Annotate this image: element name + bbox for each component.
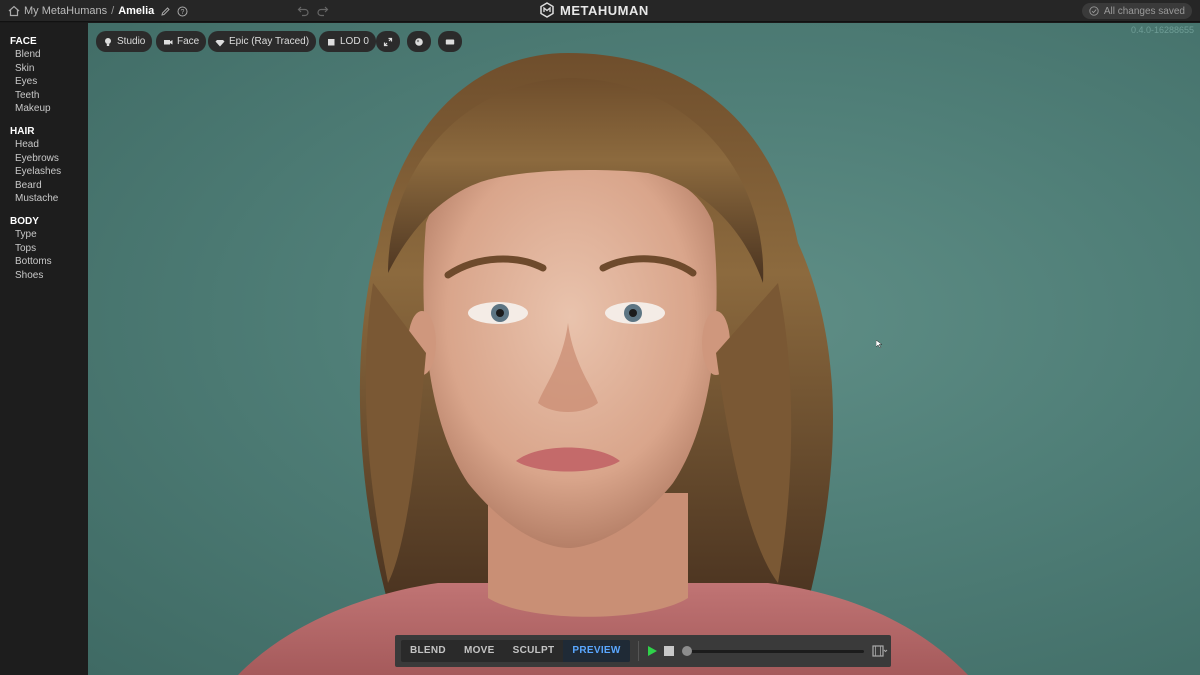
sidebar-item-eyes[interactable]: Eyes — [0, 75, 88, 89]
sidebar-section-body: BODY Type Tops Bottoms Shoes — [0, 215, 88, 282]
breadcrumb-current: Amelia — [118, 5, 155, 17]
sidebar-item-shoes[interactable]: Shoes — [0, 269, 88, 283]
character-render[interactable] — [88, 23, 1200, 675]
brand: METAHUMAN — [539, 2, 649, 18]
toolbar-divider — [637, 641, 639, 661]
section-title: HAIR — [10, 125, 35, 137]
lod-dropdown[interactable]: LOD 0 — [319, 31, 376, 52]
breadcrumb-root[interactable]: My MetaHumans — [24, 5, 107, 17]
camera-icon — [164, 39, 173, 44]
redo-icon[interactable] — [316, 4, 329, 17]
viewport[interactable]: 0.4.0-16288655 Studio Face Epic (Ray Tra… — [88, 23, 1200, 675]
sphere-icon — [415, 37, 423, 46]
mode-toolbar: BLEND MOVE SCULPT PREVIEW — [395, 635, 891, 667]
mode-preview-button[interactable]: PREVIEW — [563, 640, 630, 662]
lighting-label: Studio — [117, 36, 146, 47]
timeline-scrubber[interactable] — [681, 645, 864, 656]
mouse-cursor-icon — [876, 340, 882, 348]
top-bar: My MetaHumans / Amelia ? METAHUMAN All c… — [0, 0, 1200, 22]
gem-icon — [215, 39, 225, 46]
sidebar-section-face: FACE Blend Skin Eyes Teeth Makeup — [0, 35, 88, 116]
cube-icon — [328, 38, 335, 45]
mode-move-button[interactable]: MOVE — [455, 640, 504, 662]
edit-icon[interactable] — [160, 6, 171, 17]
sidebar-item-bottoms[interactable]: Bottoms — [0, 255, 88, 269]
keyboard-button[interactable] — [438, 31, 462, 52]
lighting-dropdown[interactable]: Studio — [96, 31, 153, 52]
sidebar-item-blend[interactable]: Blend — [0, 48, 88, 62]
lod-label: LOD 0 — [340, 36, 369, 47]
bulb-icon — [105, 37, 111, 46]
sidebar-item-tops[interactable]: Tops — [0, 242, 88, 256]
camera-dropdown[interactable]: Face — [156, 31, 207, 52]
sidebar-item-teeth[interactable]: Teeth — [0, 89, 88, 103]
quality-dropdown[interactable]: Epic (Ray Traced) — [208, 31, 317, 52]
sidebar-item-makeup[interactable]: Makeup — [0, 102, 88, 116]
expand-icon — [383, 37, 393, 46]
brand-name: METAHUMAN — [560, 2, 649, 18]
sidebar-item-eyelashes[interactable]: Eyelashes — [0, 165, 88, 179]
mode-blend-button[interactable]: BLEND — [401, 640, 455, 662]
save-status-label: All changes saved — [1103, 5, 1185, 17]
sidebar-item-mustache[interactable]: Mustache — [0, 192, 88, 206]
save-status-badge: All changes saved — [1081, 3, 1192, 19]
sidebar-item-type[interactable]: Type — [0, 228, 88, 242]
sphere-button[interactable] — [407, 31, 431, 52]
mode-switcher: BLEND MOVE SCULPT PREVIEW — [401, 640, 630, 662]
help-icon[interactable]: ? — [177, 6, 188, 17]
sidebar-item-eyebrows[interactable]: Eyebrows — [0, 152, 88, 166]
home-icon[interactable] — [8, 5, 20, 17]
metahuman-logo-icon — [540, 2, 554, 18]
expand-button[interactable] — [376, 31, 400, 52]
sidebar-section-hair: HAIR Head Eyebrows Eyelashes Beard Musta… — [0, 125, 88, 206]
check-circle-icon — [1089, 6, 1099, 16]
undo-icon[interactable] — [297, 4, 310, 17]
section-title: FACE — [10, 36, 37, 47]
breadcrumb-separator: / — [111, 5, 115, 17]
sidebar-item-head[interactable]: Head — [0, 138, 88, 152]
keyboard-icon — [445, 39, 455, 44]
svg-text:?: ? — [181, 9, 185, 16]
sidebar-item-skin[interactable]: Skin — [0, 62, 88, 76]
quality-label: Epic (Ray Traced) — [229, 36, 310, 47]
stop-icon[interactable] — [663, 646, 674, 656]
section-title: BODY — [10, 215, 39, 227]
version-label: 0.4.0-16288655 — [1130, 25, 1194, 35]
breadcrumb: My MetaHumans / Amelia ? — [8, 0, 188, 22]
mode-sculpt-button[interactable]: SCULPT — [504, 640, 564, 662]
timeline-knob[interactable] — [681, 645, 692, 656]
sidebar-item-beard[interactable]: Beard — [0, 179, 88, 193]
sidebar: FACE Blend Skin Eyes Teeth Makeup HAIR H… — [0, 23, 88, 675]
play-icon[interactable] — [646, 645, 658, 657]
camera-label: Face — [177, 36, 200, 47]
film-icon[interactable] — [872, 644, 888, 658]
undo-redo-group — [297, 4, 329, 17]
